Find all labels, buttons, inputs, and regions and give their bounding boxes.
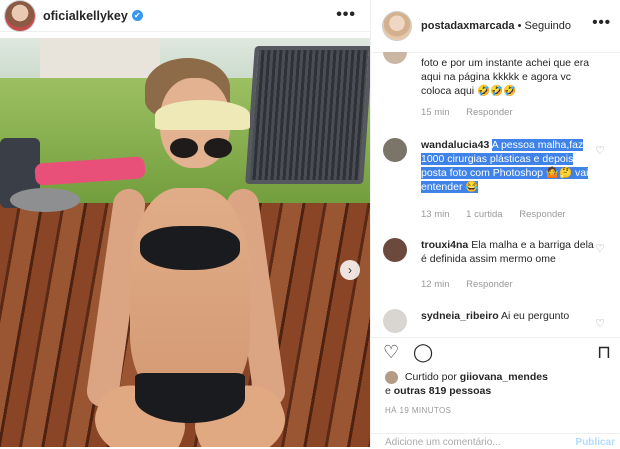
comment-item: wandalucia43 A pessoa malha,faz 1000 cir… xyxy=(383,138,613,228)
photo-planter xyxy=(10,188,80,212)
publish-button[interactable]: Publicar xyxy=(576,437,615,448)
side-author-username[interactable]: postadaxmarcada xyxy=(421,20,515,32)
like-comment-heart-icon[interactable]: ♡ xyxy=(595,144,605,158)
likes-others-count[interactable]: outras 819 pessoas xyxy=(394,385,491,397)
post-author-avatar[interactable] xyxy=(5,0,35,31)
comment-meta: 15 min Responder xyxy=(421,106,527,120)
photo-building xyxy=(40,38,160,78)
post-timestamp[interactable]: HÁ 19 MINUTOS xyxy=(385,406,451,415)
photo-sunglasses xyxy=(170,138,232,158)
post-actions: ♡ ◯ ⊓ Curtido por giiovana_mendes e outr… xyxy=(371,337,620,448)
next-photo-arrow-icon[interactable]: › xyxy=(340,260,360,280)
like-comment-heart-icon[interactable]: ♡ xyxy=(595,317,605,331)
likes-summary: Curtido por giiovana_mendes e outras 819… xyxy=(385,370,548,398)
comment-item: trouxi4na Ela malha e a barriga dela é d… xyxy=(383,238,613,294)
liker-username[interactable]: giiovana_mendes xyxy=(460,371,548,383)
comment-meta: 13 min 1 curtida Responder xyxy=(421,208,580,222)
photo-person-torso xyxy=(130,188,250,398)
commenter-avatar[interactable] xyxy=(383,138,407,162)
liker-avatar xyxy=(385,370,398,384)
add-comment-input[interactable]: Adicione um comentário... xyxy=(385,437,501,448)
reply-button[interactable]: Responder xyxy=(519,209,565,220)
comment-item: foto e por um instante achei que era aqu… xyxy=(383,52,613,118)
side-author: postadaxmarcada • Seguindo xyxy=(421,20,571,32)
post-header: oficialkellykey ✔ ••• xyxy=(0,0,370,32)
comment-body: wandalucia43 A pessoa malha,faz 1000 cir… xyxy=(421,138,601,194)
photo-lounge-chair xyxy=(245,46,370,184)
verified-badge-icon: ✔ xyxy=(131,10,143,21)
comment-item: sydneia_ribeiro Ai eu pergunto ♡ xyxy=(383,309,613,337)
post-photo[interactable]: › xyxy=(0,38,370,447)
commenter-avatar[interactable] xyxy=(383,52,407,64)
comment-username[interactable]: wandalucia43 xyxy=(421,139,489,151)
like-heart-icon[interactable]: ♡ xyxy=(383,342,399,363)
likes-prefix: Curtido por xyxy=(404,371,457,383)
comment-text: foto e por um instante achei que era aqu… xyxy=(421,57,590,97)
photo-visor xyxy=(155,100,250,130)
comment-username[interactable]: sydneia_ribeiro xyxy=(421,310,499,322)
comment-meta: 12 min Responder xyxy=(421,278,527,292)
photo-bikini-bottom xyxy=(135,373,245,423)
like-comment-heart-icon[interactable]: ♡ xyxy=(595,242,605,256)
commenter-avatar[interactable] xyxy=(383,238,407,262)
more-options-icon[interactable]: ••• xyxy=(336,6,356,24)
comments-list[interactable]: foto e por um instante achei que era aqu… xyxy=(371,52,620,337)
comment-body: trouxi4na Ela malha e a barriga dela é d… xyxy=(421,238,601,266)
side-header: postadaxmarcada • Seguindo ••• xyxy=(371,0,620,53)
follow-status[interactable]: • Seguindo xyxy=(518,20,571,32)
comment-time: 13 min xyxy=(421,209,450,220)
commenter-avatar[interactable] xyxy=(383,309,407,333)
post-author-username[interactable]: oficialkellykey xyxy=(43,9,128,23)
reply-button[interactable]: Responder xyxy=(466,279,512,290)
comment-text: Ai eu pergunto xyxy=(500,310,570,322)
comment-body: sydneia_ribeiro Ai eu pergunto xyxy=(421,309,601,323)
comment-time: 15 min xyxy=(421,107,450,118)
likes-conjunction: e xyxy=(385,385,391,397)
photo-bikini-top xyxy=(140,226,240,270)
side-more-options-icon[interactable]: ••• xyxy=(592,14,611,31)
reply-button[interactable]: Responder xyxy=(466,107,512,118)
save-bookmark-icon[interactable]: ⊓ xyxy=(597,342,611,363)
comment-username[interactable]: trouxi4na xyxy=(421,239,468,251)
side-author-avatar[interactable] xyxy=(383,12,411,40)
comment-time: 12 min xyxy=(421,279,450,290)
comments-panel: postadaxmarcada • Seguindo ••• foto e po… xyxy=(370,0,620,448)
comment-likes[interactable]: 1 curtida xyxy=(466,209,502,220)
comment-bubble-icon[interactable]: ◯ xyxy=(413,342,433,363)
